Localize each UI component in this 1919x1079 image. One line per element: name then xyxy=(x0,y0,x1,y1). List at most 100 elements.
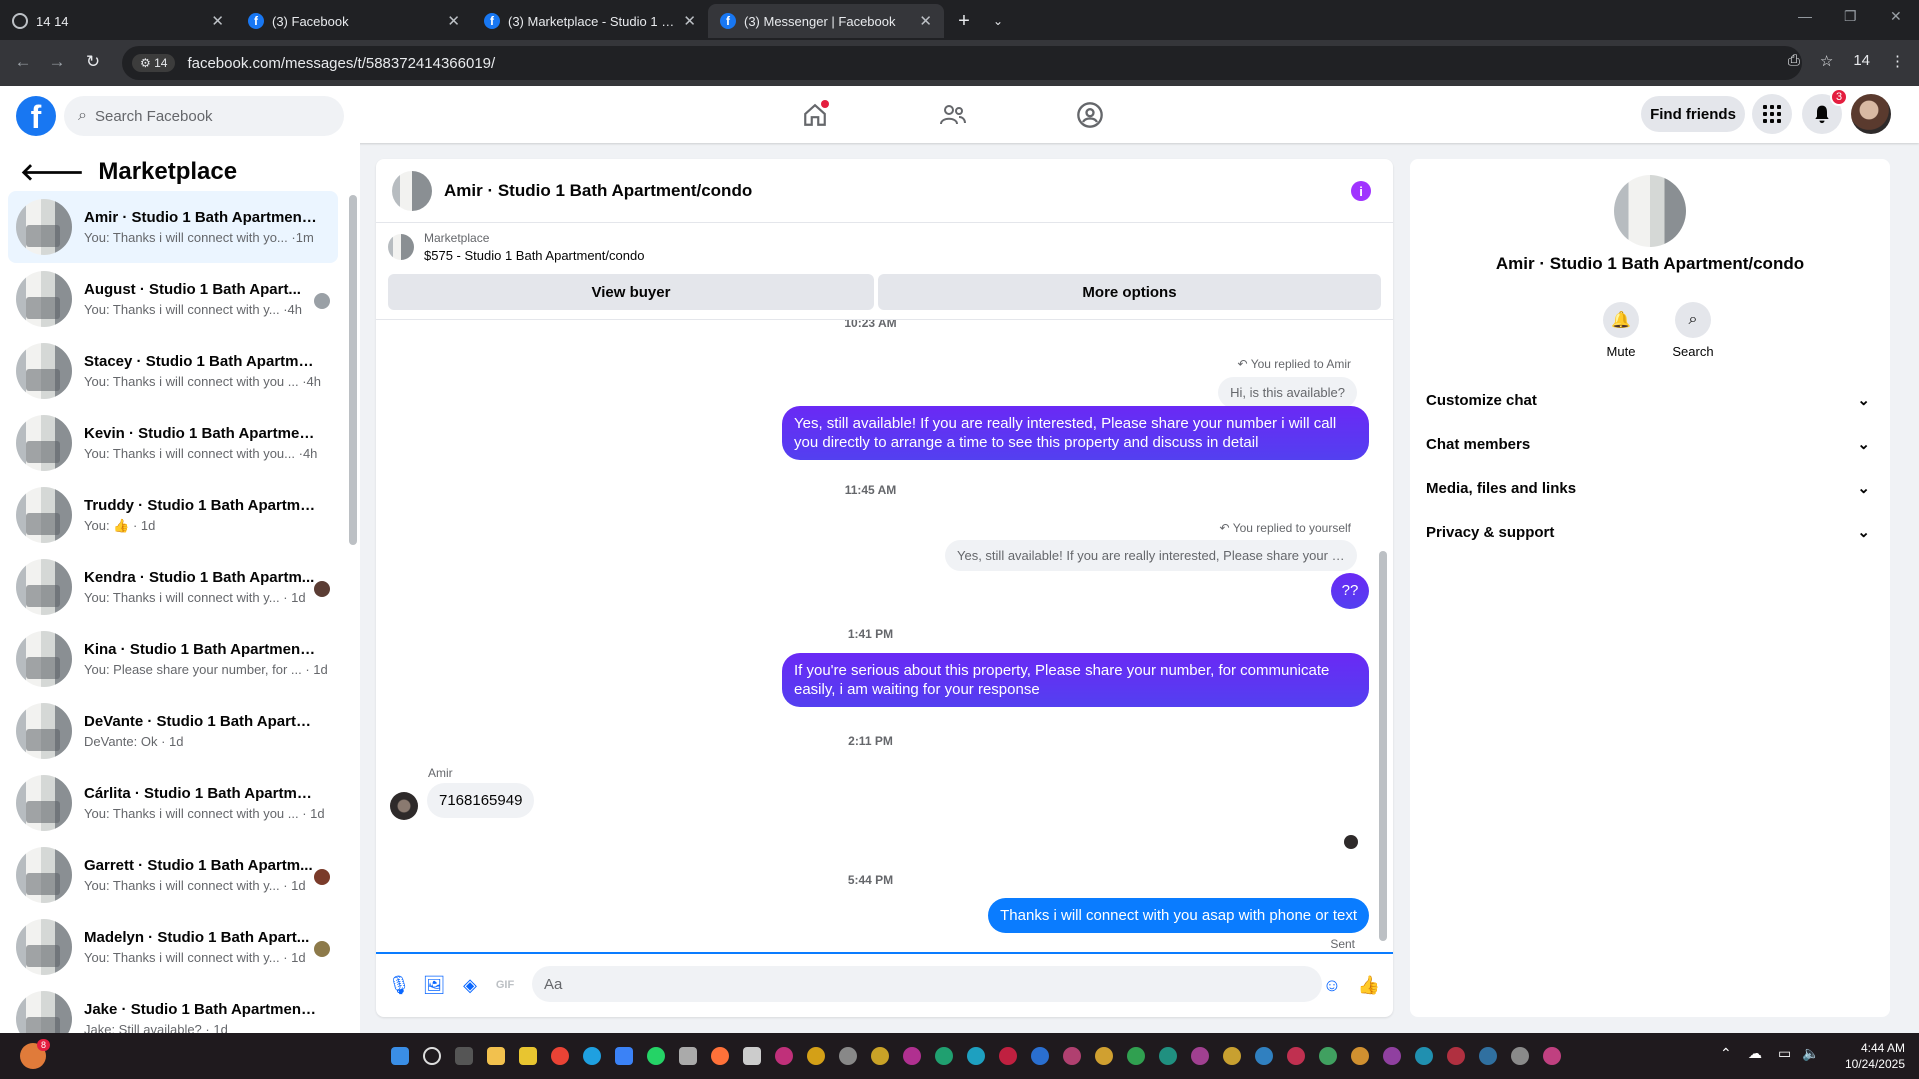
privacy-support-section[interactable]: Privacy & support ⌄ xyxy=(1426,510,1876,554)
browser-tab-active[interactable]: f (3) Messenger | Facebook ✕ xyxy=(708,4,944,38)
search-input[interactable]: ⌕ Search Facebook xyxy=(64,96,344,136)
view-buyer-button[interactable]: View buyer xyxy=(388,274,874,310)
browser-profile-icon[interactable] xyxy=(1543,1047,1561,1065)
browser-profile-icon[interactable] xyxy=(1223,1047,1241,1065)
browser-profile-icon[interactable] xyxy=(1383,1047,1401,1065)
gif-icon[interactable]: GIF xyxy=(494,974,516,996)
friends-icon[interactable] xyxy=(933,98,973,132)
whatsapp-icon[interactable] xyxy=(647,1047,665,1065)
restore-icon[interactable]: ❐ xyxy=(1844,8,1857,25)
listing-avatar[interactable] xyxy=(1614,175,1686,247)
search-button[interactable]: ⌕ Search xyxy=(1663,302,1723,359)
scrollbar-thumb[interactable] xyxy=(1379,551,1387,941)
weather-icon[interactable]: 8 xyxy=(20,1039,50,1069)
microphone-icon[interactable]: 🎙 xyxy=(388,974,411,996)
browser-profile-icon[interactable] xyxy=(1127,1047,1145,1065)
browser-profile-icon[interactable] xyxy=(967,1047,985,1065)
outgoing-message[interactable]: ?? xyxy=(1331,573,1369,609)
scrollbar-thumb[interactable] xyxy=(349,195,357,545)
browser-profile-icon[interactable] xyxy=(839,1047,857,1065)
browser-profile-icon[interactable] xyxy=(1479,1047,1497,1065)
notepad-icon[interactable] xyxy=(679,1047,697,1065)
conversation-item[interactable]: Cárlita · Studio 1 Bath Apartmen... You: … xyxy=(8,767,338,839)
quoted-message[interactable]: Yes, still available! If you are really … xyxy=(945,540,1357,571)
chrome-icon[interactable] xyxy=(551,1047,569,1065)
browser-profile-icon[interactable] xyxy=(1095,1047,1113,1065)
mute-button[interactable]: 🔔 Mute xyxy=(1591,302,1651,359)
conversation-item[interactable]: Madelyn · Studio 1 Bath Apart... You: Tha… xyxy=(8,911,338,983)
incoming-message[interactable]: 7168165949 xyxy=(427,783,535,818)
browser-profile-icon[interactable] xyxy=(1415,1047,1433,1065)
close-tab-icon[interactable]: ✕ xyxy=(919,12,932,30)
conversation-item[interactable]: Kina · Studio 1 Bath Apartment/... You: P… xyxy=(8,623,338,695)
facebook-logo[interactable]: f xyxy=(16,96,56,136)
conversation-item[interactable]: August · Studio 1 Bath Apart... You: Than… xyxy=(8,263,338,335)
conversation-item[interactable]: DeVante · Studio 1 Bath Apartm... DeVante… xyxy=(8,695,338,767)
firefox-icon[interactable] xyxy=(711,1047,729,1065)
tab-search-chevron-icon[interactable]: ⌄ xyxy=(984,7,1012,35)
app-icon[interactable] xyxy=(519,1047,537,1065)
browser-profile-icon[interactable] xyxy=(999,1047,1017,1065)
window-close-icon[interactable]: ✕ xyxy=(1890,8,1902,25)
windows-start-icon[interactable] xyxy=(391,1047,409,1065)
browser-tab[interactable]: 14 14 ✕ xyxy=(0,4,236,38)
close-tab-icon[interactable]: ✕ xyxy=(447,12,460,30)
browser-profile-icon[interactable] xyxy=(1031,1047,1049,1065)
close-tab-icon[interactable]: ✕ xyxy=(211,12,224,30)
browser-profile-icon[interactable] xyxy=(1063,1047,1081,1065)
find-friends-button[interactable]: Find friends xyxy=(1641,96,1745,132)
close-tab-icon[interactable]: ✕ xyxy=(683,12,696,30)
browser-profile-icon[interactable] xyxy=(1287,1047,1305,1065)
emoji-icon[interactable]: ☺ xyxy=(1321,974,1343,996)
conversation-item[interactable]: Jake · Studio 1 Bath Apartment/... Jake: … xyxy=(8,983,338,1033)
edge-icon[interactable] xyxy=(583,1047,601,1065)
conversation-item[interactable]: Garrett · Studio 1 Bath Apartm... You: Th… xyxy=(8,839,338,911)
browser-tab[interactable]: f (3) Marketplace - Studio 1 Bath ✕ xyxy=(472,4,708,38)
file-explorer-icon[interactable] xyxy=(487,1047,505,1065)
browser-profile-icon[interactable] xyxy=(1511,1047,1529,1065)
browser-profile-icon[interactable] xyxy=(935,1047,953,1065)
address-bar[interactable]: ⚙ 14 facebook.com/messages/t/58837241436… xyxy=(122,46,1802,80)
customize-chat-section[interactable]: Customize chat ⌄ xyxy=(1426,378,1876,422)
menu-grid-icon[interactable] xyxy=(1752,94,1792,134)
browser-profile-icon[interactable] xyxy=(1351,1047,1369,1065)
conversation-item[interactable]: Amir · Studio 1 Bath Apartment/... You: T… xyxy=(8,191,338,263)
outgoing-message[interactable]: Thanks i will connect with you asap with… xyxy=(988,898,1369,933)
conversation-item[interactable]: Kevin · Studio 1 Bath Apartment... You: T… xyxy=(8,407,338,479)
marketplace-listing[interactable]: Marketplace $575 - Studio 1 Bath Apartme… xyxy=(388,231,644,263)
photo-icon[interactable]: 🖼 xyxy=(423,974,446,996)
forward-arrow-icon[interactable]: → xyxy=(40,52,74,72)
conversation-item[interactable]: Stacey · Studio 1 Bath Apartmen... You: T… xyxy=(8,335,338,407)
account-avatar[interactable] xyxy=(1851,94,1891,134)
chat-members-section[interactable]: Chat members ⌄ xyxy=(1426,422,1876,466)
more-options-button[interactable]: More options xyxy=(878,274,1381,310)
media-files-links-section[interactable]: Media, files and links ⌄ xyxy=(1426,466,1876,510)
sender-avatar[interactable] xyxy=(390,792,418,820)
browser-profile-icon[interactable] xyxy=(1255,1047,1273,1065)
reload-icon[interactable]: ↻ xyxy=(76,52,110,72)
chat-title[interactable]: Amir · Studio 1 Bath Apartment/condo xyxy=(444,181,752,201)
site-info-button[interactable]: ⚙ 14 xyxy=(132,54,176,72)
onedrive-icon[interactable]: ☁ xyxy=(1748,1045,1762,1062)
info-icon[interactable]: i xyxy=(1351,181,1371,201)
system-clock[interactable]: 4:44 AM 10/24/2025 xyxy=(1845,1040,1905,1072)
groups-icon[interactable] xyxy=(1070,98,1110,132)
app-icon[interactable] xyxy=(615,1047,633,1065)
listing-avatar[interactable] xyxy=(392,170,432,211)
like-thumb-icon[interactable]: 👍 xyxy=(1358,974,1380,996)
kebab-menu-icon[interactable]: ⋮ xyxy=(1890,52,1905,70)
home-icon[interactable] xyxy=(795,98,835,132)
conversation-item[interactable]: Truddy · Studio 1 Bath Apartmen... You: 👍… xyxy=(8,479,338,551)
browser-profile-icon[interactable] xyxy=(1159,1047,1177,1065)
network-icon[interactable]: ▭ xyxy=(1778,1045,1791,1062)
outgoing-message[interactable]: Yes, still available! If you are really … xyxy=(782,406,1369,460)
browser-profile-icon[interactable] xyxy=(1319,1047,1337,1065)
sticker-icon[interactable]: ◈ xyxy=(459,974,481,996)
notifications-bell-icon[interactable]: 3 xyxy=(1802,88,1848,134)
app-icon[interactable] xyxy=(743,1047,761,1065)
browser-profile-icon[interactable] xyxy=(1447,1047,1465,1065)
browser-profile-icon[interactable] xyxy=(775,1047,793,1065)
browser-profile-icon[interactable] xyxy=(903,1047,921,1065)
bookmark-star-icon[interactable]: ☆ xyxy=(1820,52,1833,70)
browser-profile-icon[interactable] xyxy=(807,1047,825,1065)
